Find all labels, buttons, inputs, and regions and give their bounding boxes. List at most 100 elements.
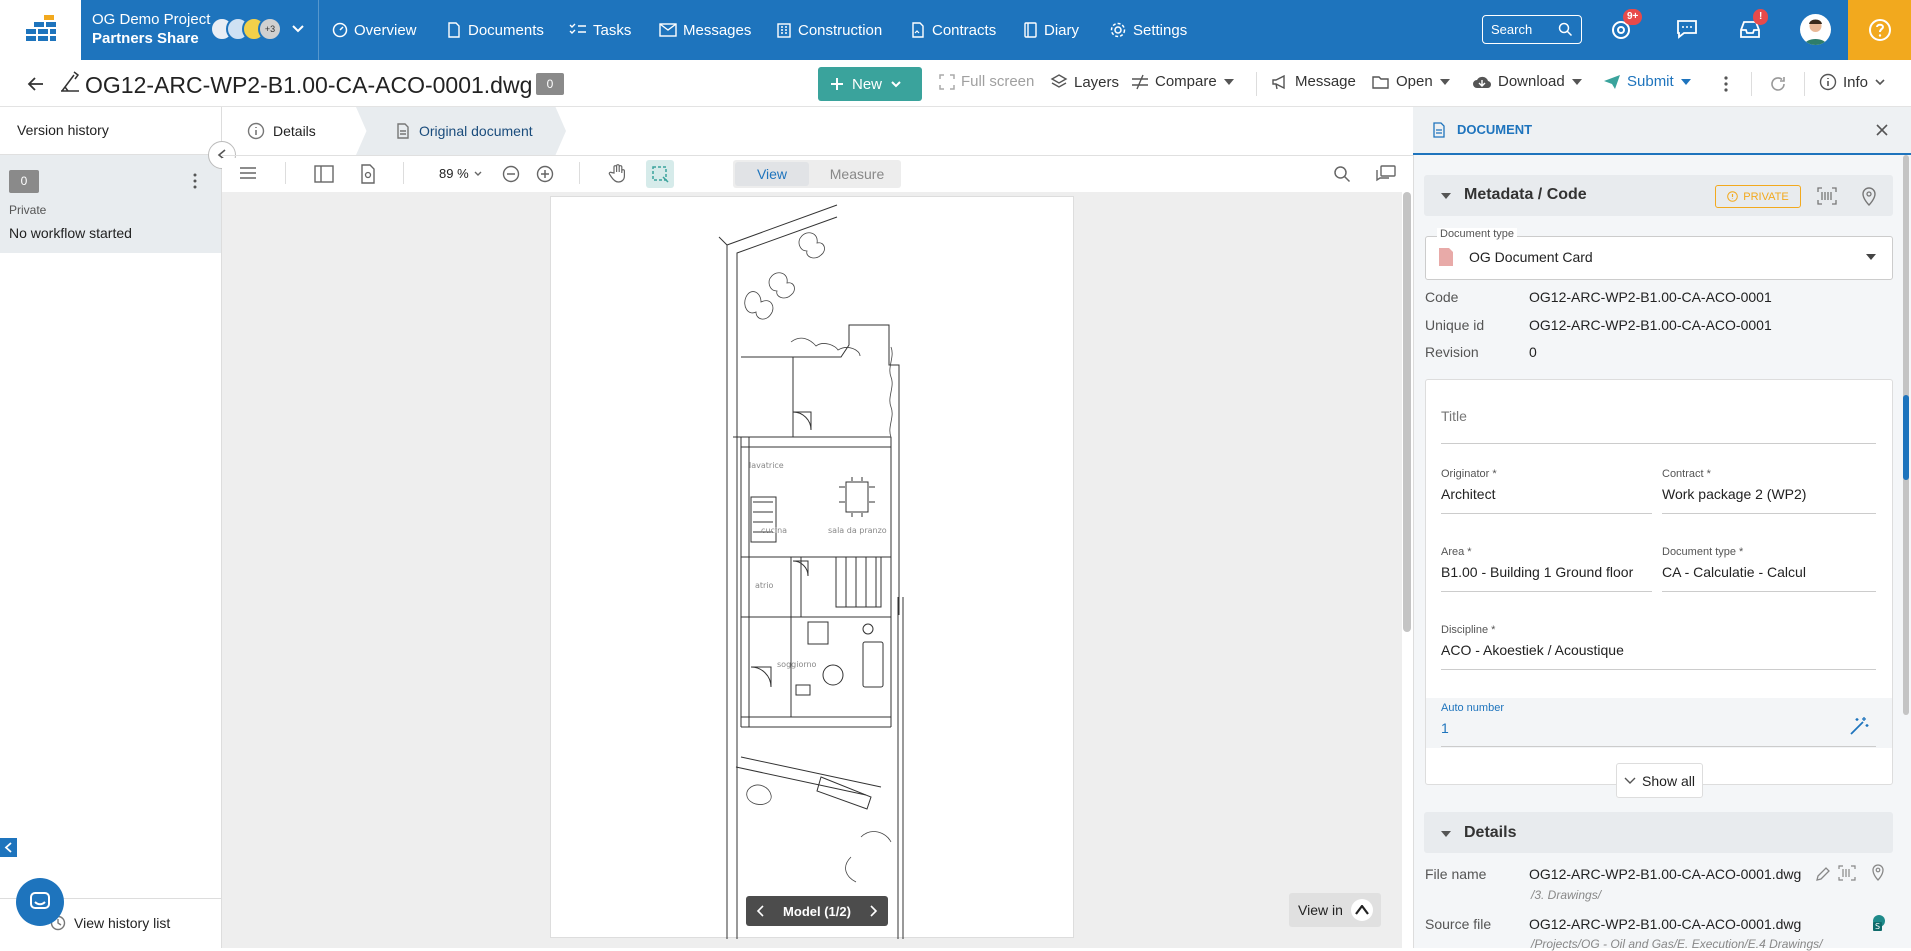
file-search-icon[interactable] — [359, 164, 377, 184]
app-logo[interactable] — [0, 0, 81, 60]
search-icon[interactable] — [1333, 165, 1351, 183]
nav-diary[interactable]: Diary — [1022, 0, 1079, 60]
tab-details[interactable]: Details — [247, 107, 316, 155]
chat-button[interactable] — [1675, 17, 1701, 43]
nav-label: Settings — [1133, 21, 1188, 39]
checklist-icon — [569, 23, 586, 34]
chat-bubble-icon — [1677, 20, 1697, 39]
barcode-scan-icon[interactable] — [1838, 865, 1856, 881]
divider — [1256, 72, 1257, 96]
refresh-icon[interactable] — [1768, 74, 1788, 94]
project-members[interactable]: +3 — [210, 17, 282, 41]
layers-label: Layers — [1074, 73, 1120, 91]
location-pin-icon[interactable] — [1871, 863, 1885, 881]
open-button[interactable]: Open — [1372, 73, 1451, 90]
barcode-scan-icon[interactable] — [1817, 187, 1837, 205]
view-history-list-button[interactable]: View history list — [50, 915, 170, 931]
layers-button[interactable]: Layers — [1050, 73, 1119, 91]
info-label: Info — [1843, 73, 1869, 91]
view-mode-button[interactable]: View — [735, 162, 809, 186]
discipline-label: Discipline * — [1441, 624, 1496, 636]
floor-plan-drawing: lavatrice cucina sala da pranzo atrio so… — [718, 204, 904, 939]
document-icon — [397, 123, 409, 139]
comments-icon[interactable] — [1376, 165, 1396, 183]
document-type-value: OG Document Card — [1469, 249, 1593, 265]
side-toggle-tab[interactable] — [0, 838, 17, 857]
contract-field[interactable]: Work package 2 (WP2) — [1662, 486, 1806, 502]
discipline-field[interactable]: ACO - Akoestiek / Acoustique — [1441, 642, 1624, 658]
more-vertical-icon[interactable] — [1719, 74, 1733, 94]
zoom-in-icon[interactable] — [536, 165, 554, 183]
pan-hand-icon[interactable] — [608, 163, 628, 183]
nav-settings[interactable]: Settings — [1109, 0, 1187, 60]
pencil-icon[interactable] — [1815, 866, 1831, 882]
download-button[interactable]: Download — [1472, 73, 1583, 90]
chevron-left-icon[interactable] — [756, 905, 766, 917]
compare-button[interactable]: Compare — [1131, 73, 1235, 90]
location-pin-icon[interactable] — [1861, 186, 1877, 206]
nav-messages[interactable]: Messages — [659, 0, 751, 60]
user-avatar[interactable] — [1800, 14, 1831, 45]
tab-label: Original document — [419, 123, 533, 139]
document-type-2-field[interactable]: CA - Calculatie - Calcul — [1662, 564, 1806, 580]
chevron-down-icon[interactable] — [290, 20, 306, 36]
drawing-page[interactable]: lavatrice cucina sala da pranzo atrio so… — [550, 196, 1074, 939]
message-button[interactable]: Message — [1271, 73, 1356, 90]
more-vertical-icon[interactable] — [189, 172, 201, 190]
panel-scrollbar-thumb[interactable] — [1903, 395, 1909, 480]
submit-label: Submit — [1627, 73, 1674, 90]
help-button[interactable] — [1848, 0, 1911, 60]
divider — [1751, 72, 1752, 96]
project-selector[interactable]: OG Demo Project Partners Share — [92, 10, 210, 48]
question-icon — [1868, 19, 1891, 41]
warning-icon — [1727, 191, 1739, 202]
auto-number-label: Auto number — [1441, 702, 1504, 714]
zoom-select[interactable]: 89 % — [439, 166, 483, 181]
nav-tasks[interactable]: Tasks — [569, 0, 631, 60]
room-label: sala da pranzo — [828, 526, 887, 535]
back-arrow-icon[interactable] — [27, 75, 45, 93]
metadata-section-title: Metadata / Code — [1464, 186, 1587, 203]
view-in-button[interactable]: View in — [1289, 893, 1381, 927]
room-label: cucina — [761, 526, 787, 535]
info-button[interactable]: Info — [1819, 73, 1886, 91]
chevron-right-icon[interactable] — [868, 905, 878, 917]
zoom-out-icon[interactable] — [502, 165, 520, 183]
model-pager[interactable]: Model (1/2) — [746, 896, 888, 926]
measure-mode-button[interactable]: Measure — [815, 162, 899, 186]
select-area-button[interactable] — [646, 160, 674, 188]
file-name-value: OG12-ARC-WP2-B1.00-CA-ACO-0001.dwg — [1529, 866, 1802, 882]
nav-construction[interactable]: Construction — [776, 0, 882, 60]
sidebar-toggle-icon[interactable] — [314, 165, 334, 183]
menu-icon[interactable] — [239, 165, 257, 181]
sharepoint-icon[interactable]: S — [1871, 914, 1889, 932]
close-icon[interactable] — [1875, 123, 1889, 137]
title-field[interactable]: Title — [1441, 408, 1467, 424]
fullscreen-label: Full screen — [961, 73, 1035, 90]
info-icon — [1819, 73, 1837, 91]
search-box[interactable]: Search — [1482, 15, 1582, 44]
nav-documents[interactable]: Documents — [446, 0, 544, 60]
caret-down-icon — [1441, 193, 1451, 199]
magic-wand-icon[interactable] — [1849, 716, 1869, 736]
fullscreen-button[interactable]: Full screen — [939, 73, 1034, 90]
building-icon — [777, 23, 791, 38]
new-button[interactable]: New — [818, 67, 922, 101]
originator-field[interactable]: Architect — [1441, 486, 1495, 502]
nav-contracts[interactable]: Contracts — [910, 0, 996, 60]
area-field[interactable]: B1.00 - Building 1 Ground floor — [1441, 564, 1633, 580]
tab-original-document[interactable]: Original document — [395, 107, 533, 155]
nav-label: Overview — [354, 21, 417, 39]
viewer-scrollbar[interactable] — [1403, 192, 1411, 632]
chat-widget-button[interactable] — [16, 878, 64, 926]
divider — [403, 162, 404, 184]
field-underline — [1441, 443, 1876, 444]
caret-down-icon — [1441, 831, 1451, 837]
submit-button[interactable]: Submit — [1603, 73, 1692, 90]
nav-overview[interactable]: Overview — [332, 0, 417, 60]
megaphone-icon — [1272, 74, 1285, 89]
workflow-status: No workflow started — [9, 225, 132, 241]
area-label: Area * — [1441, 546, 1472, 558]
gauge-icon — [332, 22, 348, 38]
show-all-button[interactable]: Show all — [1616, 763, 1703, 798]
